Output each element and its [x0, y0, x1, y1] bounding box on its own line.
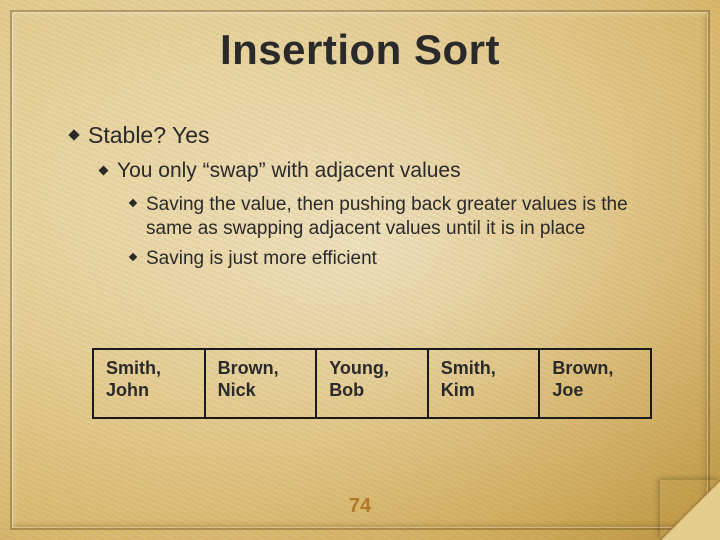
table-cell: Smith, John — [93, 349, 205, 418]
diamond-bullet-icon — [68, 129, 79, 140]
bullet-level-1: Stable? Yes — [70, 122, 660, 149]
slide: Insertion Sort Stable? Yes You only “swa… — [0, 0, 720, 540]
bullet-level-3: Saving is just more efficient — [130, 247, 660, 271]
content-area: Stable? Yes You only “swap” with adjacen… — [70, 122, 660, 276]
diamond-bullet-icon — [129, 199, 137, 207]
table-cell: Brown, Joe — [539, 349, 651, 418]
bullet-level-3: Saving the value, then pushing back grea… — [130, 193, 660, 241]
bullet-level-2: You only “swap” with adjacent values — [100, 159, 660, 183]
table-cell: Smith, Kim — [428, 349, 540, 418]
names-table: Smith, John Brown, Nick Young, Bob Smith… — [92, 348, 652, 419]
table-cell: Young, Bob — [316, 349, 428, 418]
diamond-bullet-icon — [99, 166, 109, 176]
bullet-text: Stable? Yes — [88, 122, 210, 149]
page-number: 74 — [0, 495, 720, 518]
table-cell: Brown, Nick — [205, 349, 317, 418]
bullet-text: You only “swap” with adjacent values — [117, 159, 461, 183]
page-title: Insertion Sort — [0, 26, 720, 74]
bullet-text: Saving the value, then pushing back grea… — [146, 193, 660, 241]
table-row: Smith, John Brown, Nick Young, Bob Smith… — [93, 349, 651, 418]
bullet-text: Saving is just more efficient — [146, 247, 377, 271]
diamond-bullet-icon — [129, 252, 137, 260]
names-table-wrap: Smith, John Brown, Nick Young, Bob Smith… — [92, 348, 660, 419]
